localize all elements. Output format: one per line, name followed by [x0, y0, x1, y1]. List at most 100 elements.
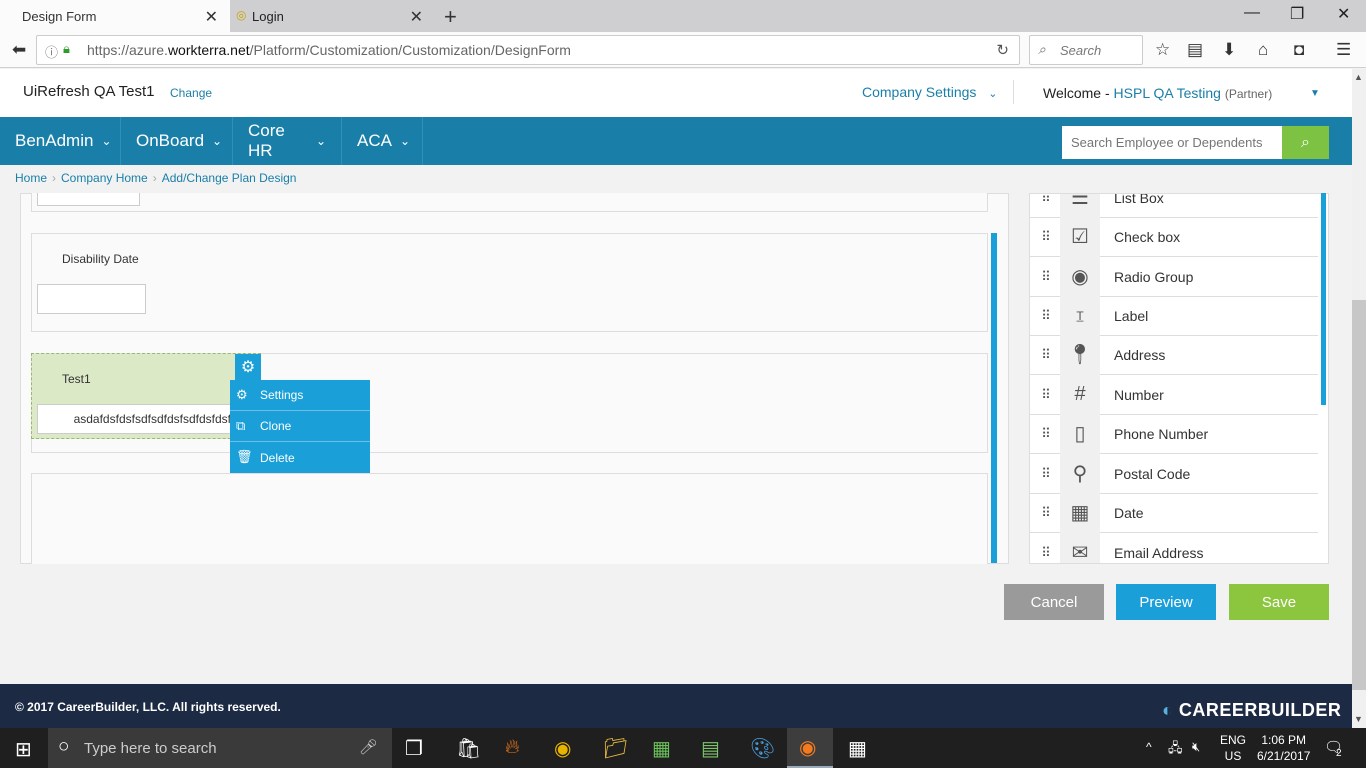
- browser-search-input[interactable]: ⌕ Search: [1029, 35, 1143, 65]
- drag-handle-icon[interactable]: ⠿: [1030, 426, 1060, 442]
- store-icon[interactable]: 🛍︎: [456, 736, 481, 761]
- palette-item-phone-number[interactable]: ⠿ ▯ Phone Number: [1030, 413, 1318, 454]
- field-label: Test1: [62, 372, 91, 386]
- file-explorer-icon[interactable]: 📁︎: [603, 736, 628, 761]
- new-tab-icon[interactable]: +: [444, 4, 457, 30]
- tray-chevron-icon[interactable]: ^: [1146, 740, 1152, 754]
- chrome-icon[interactable]: ◉: [554, 736, 571, 761]
- drag-handle-icon[interactable]: ⠿: [1030, 545, 1060, 561]
- palette-item-date[interactable]: ⠿ ▦ Date: [1030, 492, 1318, 533]
- disability-date-input[interactable]: [37, 284, 146, 314]
- clock-date: 6/21/2017: [1257, 749, 1311, 763]
- drag-handle-icon[interactable]: ⠿: [1030, 466, 1060, 482]
- back-icon[interactable]: ⬅: [12, 40, 26, 60]
- cancel-button[interactable]: Cancel: [1004, 584, 1104, 620]
- canvas-scrollbar[interactable]: [991, 233, 997, 563]
- pocket-icon[interactable]: ◘: [1294, 40, 1304, 60]
- breadcrumb: Home › Company Home › Add/Change Plan Design: [15, 171, 296, 185]
- welcome-user[interactable]: Welcome - HSPL QA Testing (Partner): [1043, 85, 1272, 101]
- checkbox-icon: ☑: [1060, 216, 1100, 257]
- restore-icon[interactable]: ❐: [1290, 4, 1304, 24]
- hamburger-menu-icon[interactable]: ☰: [1336, 40, 1351, 60]
- app-flame-icon[interactable]: 🔥︎: [505, 736, 520, 759]
- paint-icon[interactable]: 🎨︎: [750, 736, 775, 761]
- breadcrumb-company-home[interactable]: Company Home: [61, 171, 148, 185]
- download-icon[interactable]: ⬇: [1222, 40, 1236, 60]
- clock-time: 1:06 PM: [1261, 733, 1307, 747]
- palette-item-list-box[interactable]: ⠿ ☰ List Box: [1030, 193, 1318, 218]
- cortana-icon: ○: [58, 736, 70, 757]
- context-menu-delete[interactable]: 🗑︎ Delete: [230, 442, 370, 473]
- firefox-taskbar-button[interactable]: ◉: [787, 728, 833, 768]
- palette-scrollbar[interactable]: [1321, 193, 1326, 405]
- palette-item-postal-code[interactable]: ⠿ ⚲ Postal Code: [1030, 453, 1318, 494]
- drag-handle-icon[interactable]: ⠿: [1030, 387, 1060, 403]
- form-field-disability-date[interactable]: [31, 233, 988, 332]
- palette-item-address[interactable]: ⠿ 📍︎ Address: [1030, 334, 1318, 375]
- lang-bottom: US: [1224, 749, 1242, 763]
- windows-start-icon[interactable]: ⊞: [15, 737, 32, 762]
- change-company-link[interactable]: Change: [170, 86, 212, 100]
- menu-item-benadmin[interactable]: BenAdmin ⌄: [0, 117, 121, 165]
- user-dropdown-caret-icon[interactable]: ▼: [1310, 88, 1320, 99]
- menu-item-aca[interactable]: ACA ⌄: [342, 117, 423, 165]
- reader-list-icon[interactable]: ▤: [1187, 40, 1203, 60]
- drag-handle-icon[interactable]: ⠿: [1030, 229, 1060, 245]
- form-field-partial[interactable]: [31, 193, 988, 212]
- menu-item-onboard[interactable]: OnBoard ⌄: [121, 117, 233, 165]
- palette-item-label[interactable]: ⠿ T̲ Label: [1030, 295, 1318, 336]
- calculator-icon[interactable]: ▦: [848, 736, 867, 761]
- employee-search-button[interactable]: ⌕: [1282, 126, 1329, 159]
- minimize-icon[interactable]: —: [1244, 4, 1260, 22]
- close-icon[interactable]: ✕: [410, 7, 423, 27]
- palette-item-label: Phone Number: [1114, 425, 1209, 442]
- field-input-partial[interactable]: [37, 193, 140, 206]
- context-menu-clone[interactable]: ⧉ Clone: [230, 411, 370, 442]
- drag-handle-icon[interactable]: ⠿: [1030, 347, 1060, 363]
- taskbar-search-box[interactable]: ○ Type here to search 🎤︎: [48, 728, 392, 768]
- microphone-icon[interactable]: 🎤︎: [359, 738, 378, 756]
- home-icon[interactable]: ⌂: [1258, 40, 1268, 60]
- drag-handle-icon[interactable]: ⠿: [1030, 269, 1060, 285]
- drag-handle-icon[interactable]: ⠿: [1030, 194, 1060, 206]
- scroll-down-icon[interactable]: ▼: [1354, 714, 1363, 724]
- test1-input[interactable]: asdafdsfdsfsdfsdfdsfsdfdsfdsf: [37, 404, 232, 434]
- scroll-up-icon[interactable]: ▲: [1354, 72, 1363, 82]
- palette-item-number[interactable]: ⠿ # Number: [1030, 374, 1318, 415]
- reload-icon[interactable]: ↻: [996, 41, 1009, 59]
- drag-handle-icon[interactable]: ⠿: [1030, 505, 1060, 521]
- tab-login[interactable]: ◎ Login ✕: [230, 0, 435, 32]
- save-button[interactable]: Save: [1229, 584, 1329, 620]
- gear-icon: ⚙: [240, 359, 256, 376]
- close-icon[interactable]: ✕: [205, 7, 218, 27]
- palette-item-email-address[interactable]: ⠿ ✉ Email Address: [1030, 532, 1318, 563]
- search-icon: ⌕: [1301, 133, 1310, 151]
- volume-muted-icon[interactable]: 🔇︎: [1192, 739, 1200, 755]
- network-app-icon[interactable]: ▦: [652, 736, 671, 761]
- window-close-icon[interactable]: ✕: [1337, 4, 1350, 24]
- palette-item-check-box[interactable]: ⠿ ☑ Check box: [1030, 216, 1318, 257]
- breadcrumb-home[interactable]: Home: [15, 171, 47, 185]
- menu-item-core-hr[interactable]: Core HR ⌄: [233, 117, 342, 165]
- field-label: Disability Date: [62, 252, 139, 266]
- address-bar[interactable]: ⓘ 🔒︎ https://azure. workterra.net/Platfor…: [36, 35, 1020, 65]
- input-language[interactable]: ENG US: [1220, 732, 1246, 764]
- task-view-icon[interactable]: ❐: [405, 736, 423, 761]
- employee-search-input[interactable]: [1062, 126, 1282, 159]
- palette-item-label: List Box: [1114, 193, 1164, 206]
- company-settings-dropdown[interactable]: Company Settings ⌄: [862, 84, 998, 100]
- tab-design-form[interactable]: Design Form ✕: [0, 0, 230, 32]
- page-scrollbar-thumb[interactable]: [1352, 300, 1366, 690]
- taskbar-clock[interactable]: 1:06 PM 6/21/2017: [1257, 732, 1310, 764]
- breadcrumb-plan-design[interactable]: Add/Change Plan Design: [162, 171, 297, 185]
- context-menu-settings[interactable]: ⚙ Settings: [230, 380, 370, 411]
- field-settings-gear-button[interactable]: ⚙: [235, 354, 261, 380]
- drag-handle-icon[interactable]: ⠿: [1030, 308, 1060, 324]
- preview-button[interactable]: Preview: [1116, 584, 1216, 620]
- network-icon[interactable]: 🖧︎: [1168, 739, 1183, 761]
- form-field-empty[interactable]: [31, 473, 988, 564]
- palette-item-radio-group[interactable]: ⠿ ◉ Radio Group: [1030, 256, 1318, 297]
- phone-icon: ▯: [1060, 413, 1100, 454]
- project-app-icon[interactable]: ▤: [701, 736, 720, 761]
- bookmark-star-icon[interactable]: ☆: [1155, 40, 1170, 60]
